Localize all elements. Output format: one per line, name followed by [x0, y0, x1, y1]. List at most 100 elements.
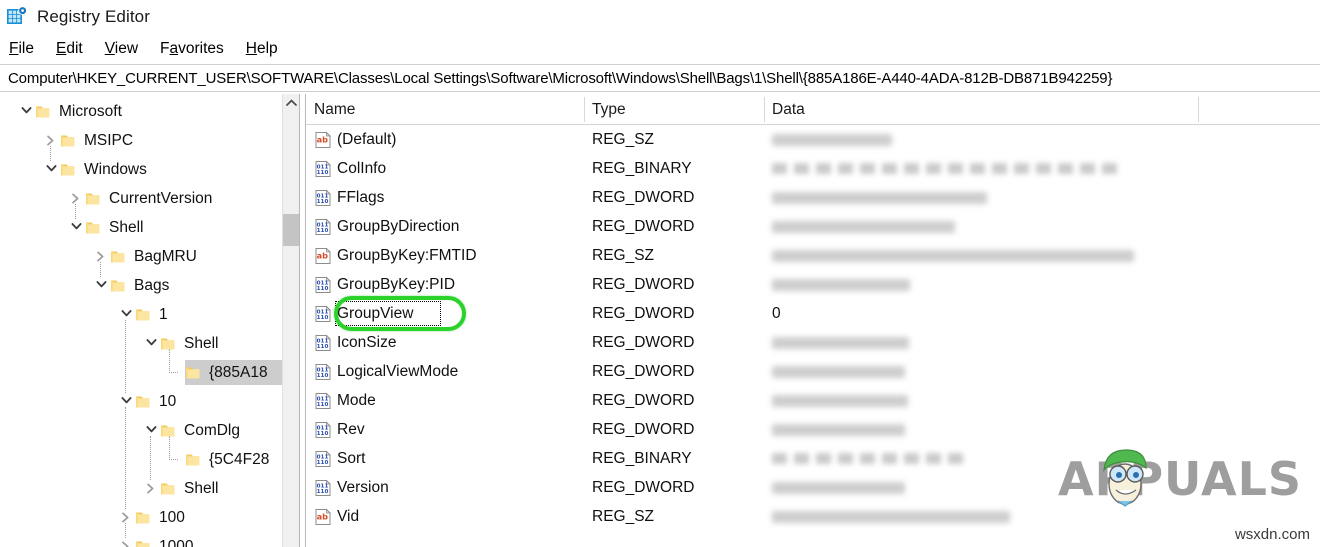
scroll-thumb[interactable]: [283, 214, 299, 246]
value-name-cell[interactable]: 011 110 GroupByKey:PID: [314, 270, 455, 299]
tree-node-1000[interactable]: 1000: [0, 532, 299, 547]
menu-edit[interactable]: Edit: [56, 40, 83, 58]
column-divider[interactable]: [1198, 97, 1199, 122]
tree-node-label: {5C4F28: [209, 450, 270, 468]
tree-node-shell[interactable]: Shell: [0, 474, 299, 503]
tree-node-comdlg[interactable]: ComDlg: [0, 416, 299, 445]
tree-node-label: Shell: [184, 479, 219, 497]
redacted-binary-data: [772, 453, 963, 464]
registry-tree[interactable]: Microsoft MSIPC Windows CurrentVersion Shell…: [0, 94, 299, 547]
tree-node-bagmru[interactable]: BagMRU: [0, 242, 299, 271]
chevron-down-icon[interactable]: [68, 213, 85, 242]
svg-text:ab: ab: [317, 134, 329, 144]
value-type-cell: REG_DWORD: [592, 391, 695, 409]
chevron-down-icon[interactable]: [43, 155, 60, 184]
value-row[interactable]: 011 110 Mode REG_DWORD: [306, 386, 1320, 415]
value-row[interactable]: 011 110 LogicalViewMode REG_DWORD: [306, 357, 1320, 386]
tree-node-100[interactable]: 100: [0, 503, 299, 532]
value-row[interactable]: 011 110 GroupByKey:PID REG_DWORD: [306, 270, 1320, 299]
value-name-cell[interactable]: 011 110 Rev: [314, 415, 365, 444]
redacted-data: [772, 278, 910, 291]
chevron-right-icon[interactable]: [93, 242, 110, 271]
column-header-name[interactable]: Name: [306, 94, 355, 125]
value-name-cell[interactable]: 011 110 GroupView: [314, 299, 441, 328]
tree-node-label: Shell: [109, 218, 144, 236]
tree-node-windows[interactable]: Windows: [0, 155, 299, 184]
tree-node-885a18[interactable]: {885A18: [0, 358, 299, 387]
tree-node-label: {885A18: [209, 363, 268, 381]
chevron-down-icon[interactable]: [143, 329, 160, 358]
value-row[interactable]: 011 110 Rev REG_DWORD: [306, 415, 1320, 444]
tree-node-shell[interactable]: Shell: [0, 213, 299, 242]
tree-node-microsoft[interactable]: Microsoft: [0, 97, 299, 126]
chevron-right-icon[interactable]: [68, 184, 85, 213]
value-row[interactable]: 011 110 GroupView REG_DWORD 0: [306, 299, 1320, 328]
tree-node-1[interactable]: 1: [0, 300, 299, 329]
value-data-cell: [772, 270, 910, 299]
column-header-type[interactable]: Type: [584, 94, 626, 125]
column-header-data[interactable]: Data: [764, 94, 805, 125]
tree-node-currentversion[interactable]: CurrentVersion: [0, 184, 299, 213]
menu-file[interactable]: File: [9, 40, 34, 58]
menu-view[interactable]: View: [105, 40, 138, 58]
value-row[interactable]: 011 110 Sort REG_BINARY: [306, 444, 1320, 473]
column-divider[interactable]: [584, 97, 585, 122]
chevron-down-icon[interactable]: [118, 387, 135, 416]
chevron-down-icon[interactable]: [118, 300, 135, 329]
value-name-cell[interactable]: ab GroupByKey:FMTID: [314, 241, 477, 270]
value-row[interactable]: 011 110 IconSize REG_DWORD: [306, 328, 1320, 357]
value-row[interactable]: ab GroupByKey:FMTID REG_SZ: [306, 241, 1320, 270]
value-row[interactable]: 011 110 Version REG_DWORD: [306, 473, 1320, 502]
folder-icon: [160, 423, 177, 439]
value-name-label: Vid: [337, 507, 360, 525]
tree-node-bags[interactable]: Bags: [0, 271, 299, 300]
scroll-up-button[interactable]: [283, 94, 299, 112]
value-name-cell[interactable]: 011 110 Mode: [314, 386, 376, 415]
value-name-cell[interactable]: ab (Default): [314, 125, 396, 154]
chevron-right-icon[interactable]: [143, 474, 160, 503]
chevron-right-icon[interactable]: [43, 126, 60, 155]
value-name-cell[interactable]: 011 110 IconSize: [314, 328, 396, 357]
redacted-data: [772, 220, 955, 233]
address-path-text[interactable]: Computer\HKEY_CURRENT_USER\SOFTWARE\Clas…: [0, 70, 1112, 87]
value-name-cell[interactable]: 011 110 LogicalViewMode: [314, 357, 458, 386]
value-name-label: Sort: [337, 449, 366, 467]
address-bar[interactable]: Computer\HKEY_CURRENT_USER\SOFTWARE\Clas…: [0, 64, 1320, 92]
value-row[interactable]: 011 110 FFlags REG_DWORD: [306, 183, 1320, 212]
svg-text:110: 110: [317, 431, 329, 437]
tree-vertical-scrollbar[interactable]: [282, 94, 299, 547]
tree-node-msipc[interactable]: MSIPC: [0, 126, 299, 155]
chevron-right-icon[interactable]: [118, 503, 135, 532]
menu-help[interactable]: Help: [246, 40, 278, 58]
value-row[interactable]: ab Vid REG_SZ: [306, 502, 1320, 531]
tree-node-label: 1000: [159, 537, 194, 547]
value-row[interactable]: 011 110 ColInfo REG_BINARY: [306, 154, 1320, 183]
svg-text:ab: ab: [317, 250, 329, 260]
values-list[interactable]: ab (Default) REG_SZ 011 110 ColInfo REG_BINARY…: [306, 125, 1320, 531]
value-row[interactable]: ab (Default) REG_SZ: [306, 125, 1320, 154]
value-type-cell: REG_SZ: [592, 130, 655, 148]
binary-value-icon: 011 110: [314, 450, 332, 468]
chevron-right-icon[interactable]: [118, 532, 135, 547]
value-name-cell[interactable]: 011 110 ColInfo: [314, 154, 386, 183]
tree-node-shell[interactable]: Shell: [0, 329, 299, 358]
chevron-down-icon[interactable]: [93, 271, 110, 300]
binary-value-icon: 011 110: [314, 305, 332, 323]
value-data-cell: 0: [772, 304, 781, 322]
value-type-cell: REG_DWORD: [592, 420, 695, 438]
tree-node-label: 1: [159, 305, 168, 323]
chevron-down-icon[interactable]: [143, 416, 160, 445]
column-divider[interactable]: [764, 97, 765, 122]
value-name-cell[interactable]: 011 110 Version: [314, 473, 389, 502]
tree-node-10[interactable]: 10: [0, 387, 299, 416]
value-name-cell[interactable]: 011 110 FFlags: [314, 183, 384, 212]
value-row[interactable]: 011 110 GroupByDirection REG_DWORD: [306, 212, 1320, 241]
value-type-cell: REG_DWORD: [592, 217, 695, 235]
chevron-down-icon[interactable]: [18, 97, 35, 126]
folder-icon: [185, 452, 202, 468]
value-name-cell[interactable]: 011 110 Sort: [314, 444, 365, 473]
value-type-cell: REG_BINARY: [592, 449, 692, 467]
value-name-cell[interactable]: ab Vid: [314, 502, 359, 531]
value-name-cell[interactable]: 011 110 GroupByDirection: [314, 212, 459, 241]
menu-favorites[interactable]: Favorites: [160, 40, 224, 58]
